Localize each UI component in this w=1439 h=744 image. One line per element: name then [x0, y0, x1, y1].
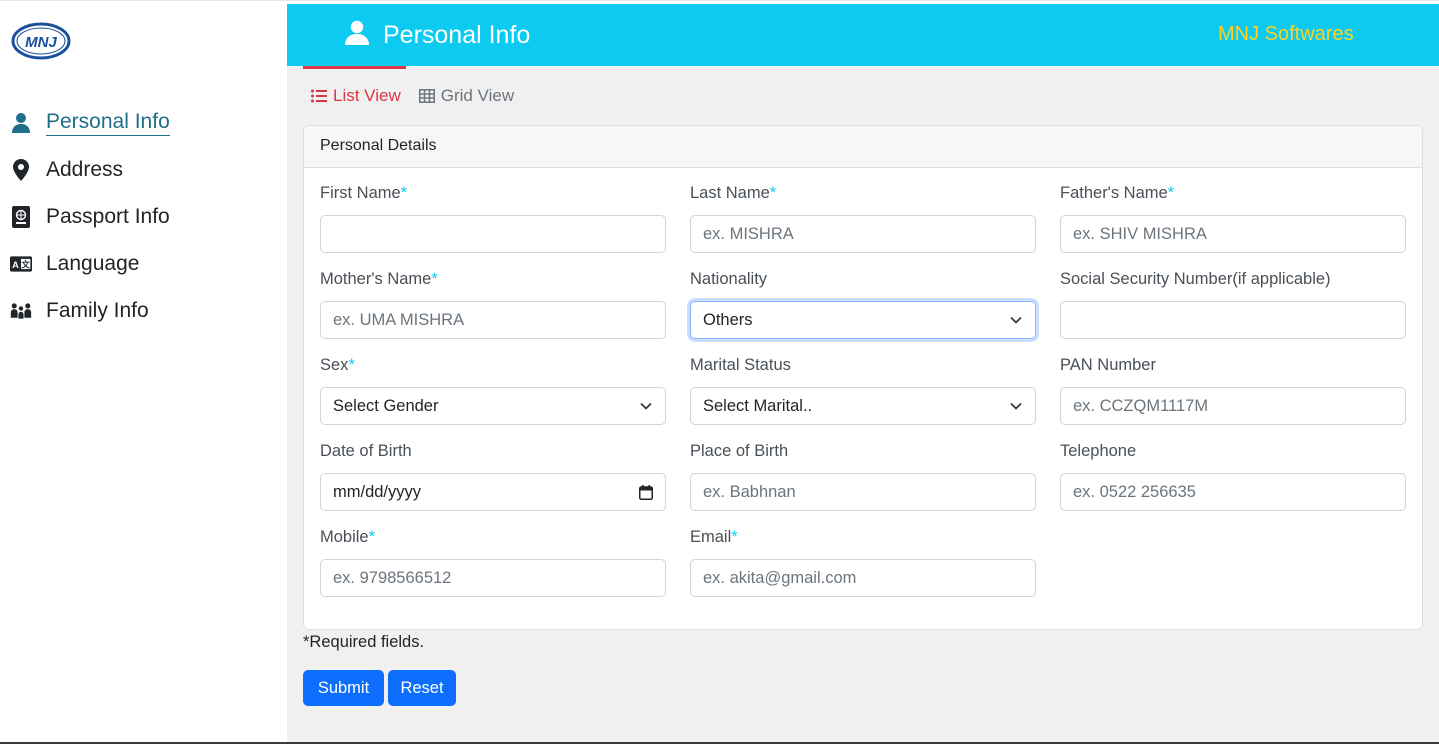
chevron-down-icon: [1010, 402, 1022, 410]
list-icon: [311, 89, 327, 103]
map-pin-icon: [10, 159, 32, 181]
sex-label: Sex*: [320, 356, 355, 374]
telephone-label: Telephone: [1060, 442, 1137, 460]
chevron-down-icon: [1010, 316, 1022, 324]
reset-button[interactable]: Reset: [388, 670, 456, 706]
sidebar-item-language[interactable]: A文 Language: [10, 248, 139, 280]
user-icon: [345, 20, 369, 51]
ssn-label: Social Security Number(if applicable): [1060, 270, 1331, 288]
dob-label: Date of Birth: [320, 442, 412, 460]
passport-icon: [10, 206, 32, 228]
mobile-input[interactable]: ex. 9798566512: [320, 559, 666, 597]
sidebar: MNJ Personal Info Address Passport Info …: [0, 4, 287, 744]
page-title: Personal Info: [383, 21, 531, 49]
brand-name: MNJ Softwares: [1218, 23, 1354, 45]
last-name-label: Last Name*: [690, 184, 777, 202]
sidebar-item-label: Address: [46, 158, 124, 181]
fathers-name-input[interactable]: ex. SHIV MISHRA: [1060, 215, 1406, 253]
svg-text:MNJ: MNJ: [25, 34, 57, 51]
email-label: Email*: [690, 528, 738, 546]
calendar-icon[interactable]: [639, 484, 653, 500]
sidebar-item-personal-info[interactable]: Personal Info: [10, 107, 170, 139]
card-title: Personal Details: [304, 126, 1422, 168]
grid-icon: [418, 89, 435, 103]
user-icon: [10, 112, 32, 134]
sidebar-item-passport-info[interactable]: Passport Info: [10, 201, 170, 233]
sidebar-item-label: Passport Info: [46, 205, 170, 228]
people-icon: [10, 300, 32, 322]
sidebar-item-address[interactable]: Address: [10, 154, 123, 186]
sidebar-item-family-info[interactable]: Family Info: [10, 295, 149, 327]
active-tab-indicator: [303, 66, 406, 69]
email-input[interactable]: ex. akita@gmail.com: [690, 559, 1036, 597]
page-header: Personal Info MNJ Softwares: [287, 4, 1439, 66]
fathers-name-label: Father's Name*: [1060, 184, 1175, 202]
mobile-label: Mobile*: [320, 528, 376, 546]
language-icon: A文: [10, 253, 32, 275]
telephone-input[interactable]: ex. 0522 256635: [1060, 473, 1406, 511]
dob-input[interactable]: mm/dd/yyyy: [320, 473, 666, 511]
pob-input[interactable]: ex. Babhnan: [690, 473, 1036, 511]
marital-status-label: Marital Status: [690, 356, 791, 374]
last-name-input[interactable]: ex. MISHRA: [690, 215, 1036, 253]
pan-input[interactable]: ex. CCZQM1117M: [1060, 387, 1406, 425]
logo[interactable]: MNJ: [11, 21, 71, 61]
chevron-down-icon: [640, 402, 652, 410]
pob-label: Place of Birth: [690, 442, 789, 460]
tab-label: List View: [333, 86, 401, 105]
sex-select[interactable]: Select Gender: [320, 387, 666, 425]
nationality-label: Nationality: [690, 270, 768, 288]
submit-button[interactable]: Submit: [303, 670, 384, 706]
tab-grid-view[interactable]: Grid View: [418, 86, 515, 106]
marital-status-select[interactable]: Select Marital..: [690, 387, 1036, 425]
pan-label: PAN Number: [1060, 356, 1156, 374]
tab-label: Grid View: [440, 86, 515, 105]
sidebar-item-label: Language: [46, 252, 140, 275]
nationality-select[interactable]: Others: [690, 301, 1036, 339]
sidebar-item-label: Personal Info: [46, 110, 170, 136]
main-content: Personal Info MNJ Softwares List View Gr…: [287, 4, 1439, 744]
svg-text:文: 文: [21, 259, 30, 269]
first-name-input[interactable]: [320, 215, 666, 253]
header-title-group: Personal Info: [345, 20, 530, 51]
sidebar-item-label: Family Info: [46, 299, 149, 322]
svg-text:A: A: [12, 260, 19, 270]
mothers-name-input[interactable]: ex. UMA MISHRA: [320, 301, 666, 339]
view-tabs: List View Grid View: [311, 86, 514, 106]
first-name-label: First Name*: [320, 184, 408, 202]
personal-details-card: Personal Details First Name* Last Name* …: [303, 125, 1423, 630]
required-fields-note: *Required fields.: [303, 633, 425, 651]
ssn-input[interactable]: [1060, 301, 1406, 339]
mothers-name-label: Mother's Name*: [320, 270, 438, 288]
tab-list-view[interactable]: List View: [311, 86, 401, 106]
